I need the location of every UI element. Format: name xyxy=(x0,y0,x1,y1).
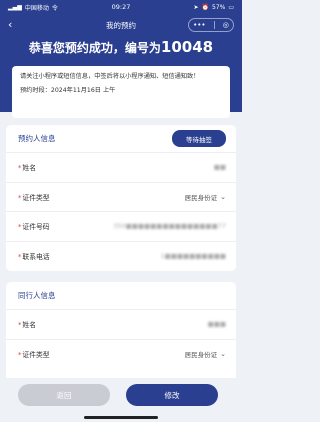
field-label: 联系电话 xyxy=(22,253,50,262)
chevron-down-icon: ⌄ xyxy=(220,350,226,359)
booker-title: 预约人信息 xyxy=(18,134,56,143)
lottery-status-badge[interactable]: 等待抽签 xyxy=(172,130,226,147)
back-button[interactable]: 返回 xyxy=(18,384,110,406)
required-star: * xyxy=(18,253,22,262)
carrier-name: 中国移动 xyxy=(24,4,49,12)
booker-card-header: 预约人信息 等待抽签 xyxy=(6,125,236,153)
home-indicator xyxy=(84,416,158,419)
miniprogram-capsule: ••• ◎ xyxy=(188,18,234,32)
alarm-icon: ⏰ xyxy=(201,3,209,11)
booker-id-number-row: *证件号码 350■■■■■■■■■■■■■■■77 xyxy=(6,212,236,242)
booker-phone-row: *联系电话 1■■■■■■■■■■ xyxy=(6,242,236,272)
required-star: * xyxy=(18,164,22,173)
required-star: * xyxy=(18,351,22,360)
wifi-icon: 令 xyxy=(51,4,58,12)
edit-button[interactable]: 修改 xyxy=(126,384,218,406)
booker-id-number-value: 350■■■■■■■■■■■■■■■77 xyxy=(113,222,226,231)
companion-id-type-value: 居民身份证 xyxy=(184,351,218,360)
booker-card: 预约人信息 等待抽签 *姓名 ■■ *证件类型 居民身份证 ⌄ *证件号码 350… xyxy=(6,125,236,271)
booker-id-type-row[interactable]: *证件类型 居民身份证 ⌄ xyxy=(6,183,236,212)
success-heading: 恭喜您预约成功，编号为10048 xyxy=(0,38,242,56)
booker-phone-value: 1■■■■■■■■■■ xyxy=(160,252,226,261)
booker-name-value: ■■ xyxy=(213,163,226,172)
field-label: 证件类型 xyxy=(22,351,50,360)
close-icon[interactable]: ◎ xyxy=(223,21,229,29)
field-label: 姓名 xyxy=(22,321,36,330)
companion-id-type-row[interactable]: *证件类型 居民身份证 ⌄ xyxy=(6,340,236,370)
companion-card: 同行人信息 *姓名 ■■■ *证件类型 居民身份证 ⌄ xyxy=(6,282,236,382)
companion-card-header: 同行人信息 xyxy=(6,282,236,310)
required-star: * xyxy=(18,223,22,232)
notice-text: 请关注小程序或短信信息，中签后将以小程序通知、短信通知致！ xyxy=(20,73,200,80)
status-bar: ▂▄▆ 中国移动 令 09:27 ➤ ⏰ 57% ▭ xyxy=(0,0,242,14)
companion-title: 同行人信息 xyxy=(18,291,56,300)
field-label: 证件号码 xyxy=(22,223,50,232)
battery-level: 57% xyxy=(211,3,226,11)
signal-icon: ▂▄▆ xyxy=(8,3,22,11)
booking-number: 10048 xyxy=(160,38,214,56)
back-arrow-icon[interactable]: ‹ xyxy=(8,18,12,32)
success-prefix: 恭喜您预约成功，编号为 xyxy=(28,41,161,55)
companion-name-row: *姓名 ■■■ xyxy=(6,310,236,340)
notice-card: 请关注小程序或短信信息，中签后将以小程序通知、短信通知致！ 预约时段：2024年… xyxy=(12,66,230,118)
required-star: * xyxy=(18,321,22,330)
nav-bar: ‹ 我的预约 ••• ◎ xyxy=(0,14,242,36)
battery-icon: ▭ xyxy=(228,3,234,11)
required-star: * xyxy=(18,193,22,202)
location-icon: ➤ xyxy=(193,3,199,11)
companion-name-value: ■■■ xyxy=(207,320,226,329)
chevron-down-icon: ⌄ xyxy=(220,192,226,201)
field-label: 证件类型 xyxy=(22,193,50,202)
booking-time: 预约时段：2024年11月16日 上午 xyxy=(20,86,116,94)
field-label: 姓名 xyxy=(22,164,36,173)
page-title: 我的预约 xyxy=(106,20,136,30)
more-icon[interactable]: ••• xyxy=(193,21,205,29)
booker-name-row: *姓名 ■■ xyxy=(6,153,236,183)
booker-id-type-value: 居民身份证 xyxy=(184,193,218,202)
capsule-divider xyxy=(213,21,215,29)
